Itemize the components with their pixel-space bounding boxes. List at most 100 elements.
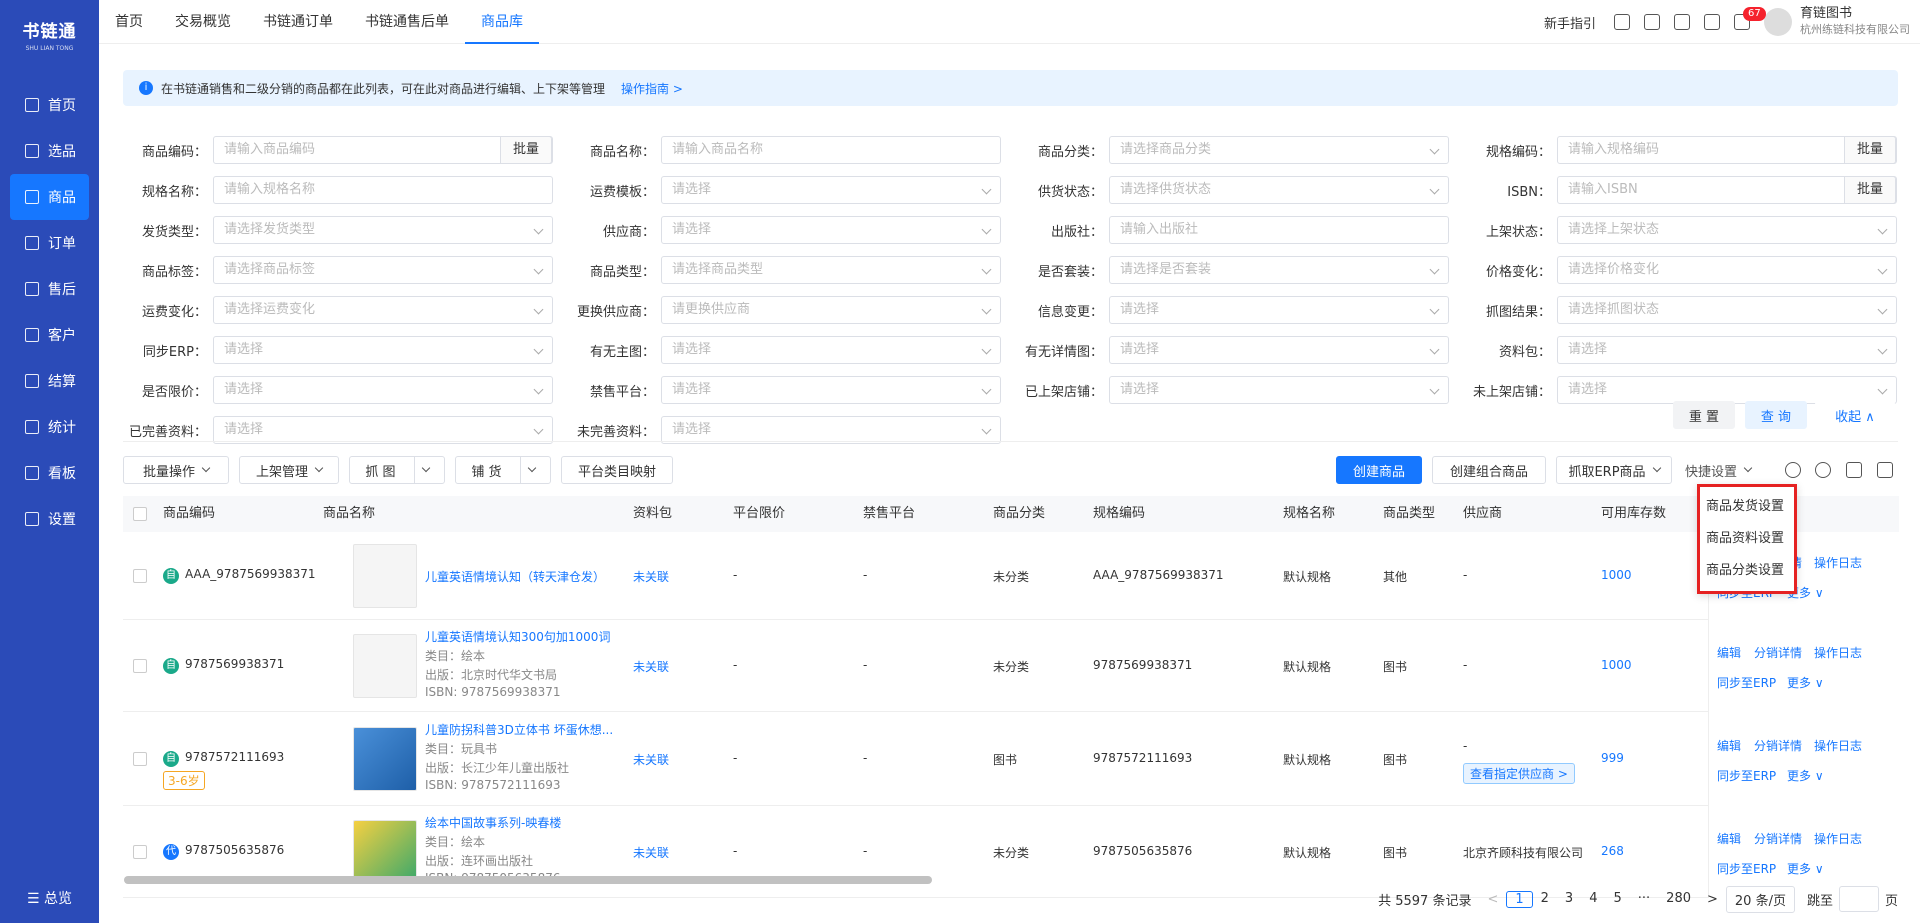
upload-icon[interactable] (1614, 14, 1630, 30)
distribution-detail-link[interactable]: 分销详情 (1754, 644, 1802, 661)
sidebar-item-aftersale[interactable]: 售后 (0, 266, 99, 312)
filter-select[interactable]: 请选择供货状态 (1109, 176, 1449, 204)
filter-select[interactable]: 请选择发货类型 (213, 216, 553, 244)
filter-input[interactable]: 请输入ISBN 批量 (1557, 176, 1897, 204)
product-name-link[interactable]: 绘本中国故事系列-映春楼 (425, 814, 561, 831)
sync-erp-link[interactable]: 同步至ERP (1717, 674, 1776, 691)
filter-select[interactable]: 请选择 (661, 336, 1001, 364)
product-name-link[interactable]: 儿童英语情境认知300句加1000词 (425, 628, 610, 645)
sidebar-item-settings[interactable]: 设置 (0, 496, 99, 542)
sidebar-item-home[interactable]: 首页 (0, 82, 99, 128)
sidebar-item-order[interactable]: 订单 (0, 220, 99, 266)
shelf-manage-button[interactable]: 上架管理 (239, 456, 339, 484)
clipboard-icon[interactable] (1704, 14, 1720, 30)
filter-select[interactable]: 请更换供应商 (661, 296, 1001, 324)
page-number[interactable]: 1 (1506, 890, 1533, 908)
sync-erp-link[interactable]: 同步至ERP (1717, 860, 1776, 877)
bulk-button[interactable]: 批量 (1844, 136, 1896, 164)
headset-icon[interactable] (1674, 14, 1690, 30)
stock-button[interactable]: 铺 货 (455, 456, 551, 484)
more-link[interactable]: 更多 ∨ (1787, 767, 1824, 784)
filter-select[interactable]: 请选择上架状态 (1557, 216, 1897, 244)
diamond-icon[interactable] (1644, 14, 1660, 30)
user-info[interactable]: 育链图书 杭州练链科技有限公司 (1800, 6, 1910, 38)
jump-input[interactable] (1838, 886, 1879, 912)
product-thumbnail[interactable] (353, 634, 417, 698)
menu-item-category-settings[interactable]: 商品分类设置 (1700, 555, 1794, 587)
edit-link[interactable]: 编辑 (1717, 830, 1741, 847)
filter-select[interactable]: 请选择 (1109, 376, 1449, 404)
tab-1[interactable]: 交易概览 (159, 0, 247, 44)
row-checkbox[interactable] (133, 569, 147, 583)
menu-item-shipping-settings[interactable]: 商品发货设置 (1700, 491, 1794, 523)
filter-input[interactable]: 请输入规格编码 批量 (1557, 136, 1897, 164)
filter-select[interactable]: 请选择抓图状态 (1557, 296, 1897, 324)
product-name-link[interactable]: 儿童防拐科普3D立体书 坏蛋休想... (425, 721, 613, 738)
bulk-button[interactable]: 批量 (500, 136, 552, 164)
filter-select[interactable]: 请选择 (661, 176, 1001, 204)
collapse-button[interactable]: 收起 ∧ (1815, 401, 1895, 429)
page-number[interactable]: 3 (1557, 891, 1581, 908)
avatar[interactable] (1764, 8, 1792, 36)
tab-4[interactable]: 商品库 (465, 0, 539, 44)
sync-erp-link[interactable]: 同步至ERP (1717, 767, 1776, 784)
sidebar-item-customer[interactable]: 客户 (0, 312, 99, 358)
product-thumbnail[interactable] (353, 544, 417, 608)
edit-link[interactable]: 编辑 (1717, 737, 1741, 754)
menu-item-info-settings[interactable]: 商品资料设置 (1700, 523, 1794, 555)
filter-select[interactable]: 请选择商品分类 (1109, 136, 1449, 164)
product-name-link[interactable]: 儿童英语情境认知（转天津仓发） (425, 568, 605, 585)
filter-select[interactable]: 请选择商品类型 (661, 256, 1001, 284)
edit-link[interactable]: 编辑 (1717, 644, 1741, 661)
row-checkbox[interactable] (133, 845, 147, 859)
filter-select[interactable]: 请选择商品标签 (213, 256, 553, 284)
product-thumbnail[interactable] (353, 820, 417, 884)
distribution-detail-link[interactable]: 分销详情 (1754, 830, 1802, 847)
horizontal-scrollbar[interactable] (124, 876, 932, 884)
prev-page-icon[interactable]: < (1487, 892, 1498, 907)
filter-select[interactable]: 请选择 (661, 216, 1001, 244)
import-icon[interactable] (1877, 462, 1893, 478)
select-all-checkbox[interactable] (133, 507, 147, 521)
package-link[interactable]: 未关联 (633, 751, 669, 768)
create-product-button[interactable]: 创建商品 (1336, 456, 1422, 484)
filter-select[interactable]: 请选择 (1109, 296, 1449, 324)
page-number[interactable]: 5 (1605, 891, 1629, 908)
query-button[interactable]: 查 询 (1745, 401, 1807, 429)
category-map-button[interactable]: 平台类目映射 (561, 456, 673, 484)
more-link[interactable]: 更多 ∨ (1787, 860, 1824, 877)
page-number[interactable]: 280 (1658, 891, 1699, 908)
guide-link[interactable]: 新手指引 (1544, 13, 1596, 32)
distribution-detail-link[interactable]: 分销详情 (1754, 737, 1802, 754)
filter-input[interactable]: 请输入规格名称 (213, 176, 553, 204)
sidebar-item-product[interactable]: 商品 (10, 174, 89, 220)
filter-select[interactable]: 请选择 (213, 336, 553, 364)
sidebar-item-select[interactable]: 选品 (0, 128, 99, 174)
refresh-icon[interactable] (1785, 462, 1801, 478)
filter-select[interactable]: 请选择 (1557, 376, 1897, 404)
package-link[interactable]: 未关联 (633, 568, 669, 585)
create-combo-button[interactable]: 创建组合商品 (1432, 456, 1546, 484)
bell-icon[interactable]: 67 (1734, 7, 1766, 30)
page-number[interactable]: 4 (1581, 891, 1605, 908)
more-link[interactable]: 更多 ∨ (1787, 674, 1824, 691)
page-number[interactable]: 2 (1533, 891, 1557, 908)
operation-log-link[interactable]: 操作日志 (1814, 554, 1862, 571)
next-page-icon[interactable]: > (1707, 892, 1718, 907)
sidebar-item-stats[interactable]: 统计 (0, 404, 99, 450)
bulk-button[interactable]: 批量 (1844, 176, 1896, 204)
package-link[interactable]: 未关联 (633, 844, 669, 861)
product-thumbnail[interactable] (353, 727, 417, 791)
filter-input[interactable]: 请输入出版社 (1109, 216, 1449, 244)
package-link[interactable]: 未关联 (633, 658, 669, 675)
filter-select[interactable]: 请选择 (213, 416, 553, 444)
filter-select[interactable]: 请选择 (661, 376, 1001, 404)
reset-button[interactable]: 重 置 (1673, 401, 1735, 429)
filter-input[interactable]: 请输入商品编码 批量 (213, 136, 553, 164)
gear-icon[interactable] (1815, 462, 1831, 478)
filter-select[interactable]: 请选择 (1557, 336, 1897, 364)
batch-ops-button[interactable]: 批量操作 (123, 456, 229, 484)
page-number[interactable]: ··· (1630, 891, 1658, 908)
filter-select[interactable]: 请选择 (213, 376, 553, 404)
operation-log-link[interactable]: 操作日志 (1814, 644, 1862, 661)
